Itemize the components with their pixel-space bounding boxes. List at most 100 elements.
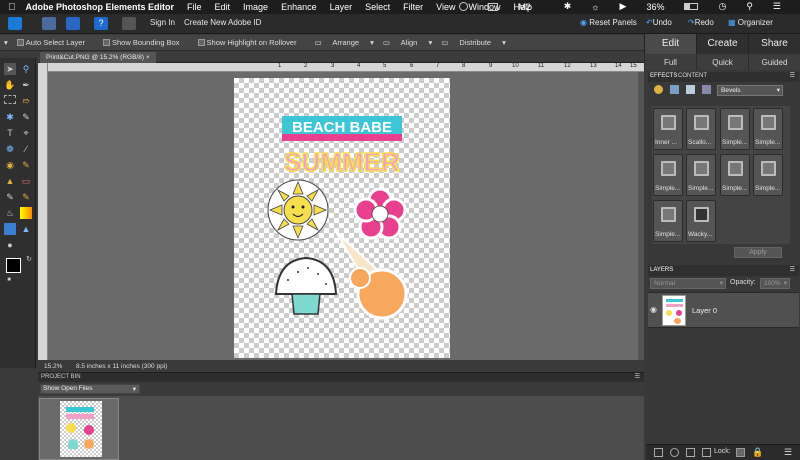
clock-icon[interactable]: ◷	[718, 1, 726, 12]
effect-thumbnail[interactable]: Simple...	[753, 154, 783, 196]
project-bin-header[interactable]: PROJECT BIN ☰	[38, 372, 644, 382]
new-layer-icon[interactable]	[654, 448, 663, 457]
undo-button[interactable]: ↶Undo	[646, 18, 672, 27]
distribute-dropdown[interactable]: ▭ Distribute ▾	[441, 38, 506, 47]
tab-edit[interactable]: Edit	[644, 34, 696, 54]
hand-tool-icon[interactable]: ✋	[4, 79, 16, 91]
menu-layer[interactable]: Layer	[330, 2, 353, 12]
align-dropdown[interactable]: ▭ Align ▾	[383, 38, 432, 47]
panel-menu-icon[interactable]: ☰	[790, 266, 795, 273]
auto-select-layer-checkbox[interactable]: Auto Select Layer	[16, 38, 94, 47]
effect-thumbnail[interactable]: Inner ...	[653, 108, 683, 150]
notification-center-icon[interactable]: ☰	[773, 1, 781, 12]
adjustment-layer-icon[interactable]	[670, 448, 679, 457]
close-tab-icon[interactable]: ×	[146, 54, 150, 61]
tab-share[interactable]: Share	[748, 34, 800, 54]
subtab-quick[interactable]: Quick	[696, 55, 748, 70]
wifi-icon[interactable]: ☼	[591, 2, 599, 12]
layer-mask-icon[interactable]	[686, 448, 695, 457]
lock-transparency-icon[interactable]	[736, 448, 745, 457]
effects-category-dropdown[interactable]: Bevels ▾	[717, 85, 783, 96]
vertical-scrollbar[interactable]	[638, 72, 644, 360]
subtab-full[interactable]: Full	[644, 55, 696, 70]
sign-in-link[interactable]: Sign In	[150, 18, 175, 27]
status-count-icon[interactable]: M2	[518, 2, 544, 12]
panel-menu-icon[interactable]: ☰	[790, 72, 795, 79]
effect-thumbnail[interactable]: Simple...	[720, 108, 750, 150]
move-tool-options-icon[interactable]: ▾	[4, 38, 8, 47]
layer-row[interactable]: ◉ Layer 0	[648, 292, 799, 328]
effect-thumbnail[interactable]: Simple...	[753, 108, 783, 150]
tab-create[interactable]: Create	[696, 34, 748, 54]
mail-icon[interactable]	[488, 2, 499, 11]
move-tool-icon[interactable]: ➤	[4, 63, 16, 75]
open-file-icon[interactable]	[42, 17, 56, 30]
effect-thumbnail[interactable]: Simple...	[720, 154, 750, 196]
smart-brush-tool-icon[interactable]: ✎	[20, 191, 32, 203]
redo-button[interactable]: ↷Redo	[688, 18, 714, 27]
delete-layer-icon[interactable]	[702, 448, 711, 457]
project-bin-selector[interactable]: Show Open Files ▾	[40, 384, 140, 394]
effect-thumbnail[interactable]: Simple...	[653, 200, 683, 242]
marquee-tool-icon[interactable]	[4, 95, 16, 104]
effect-thumbnail[interactable]: Scallo...	[686, 108, 716, 150]
shape-tool-icon[interactable]	[4, 223, 16, 235]
blend-mode-dropdown[interactable]: Normal ▾	[650, 278, 726, 289]
menu-filter[interactable]: Filter	[403, 2, 423, 12]
horizontal-ruler[interactable]: 1 2 3 4 5 6 7 8 9 10 11 12 13 14 15	[48, 63, 644, 72]
red-eye-tool-icon[interactable]: ◉	[4, 159, 16, 171]
subtab-guided[interactable]: Guided	[748, 55, 800, 70]
menu-select[interactable]: Select	[365, 2, 390, 12]
cookie-cutter-tool-icon[interactable]: ❁	[4, 143, 16, 155]
search-icon[interactable]: ⚲	[746, 1, 753, 12]
document-canvas[interactable]: BEACH BABE SUMMER	[234, 78, 450, 358]
paint-bucket-tool-icon[interactable]: ♨	[4, 207, 16, 219]
canvas-area[interactable]: BEACH BABE SUMMER	[48, 72, 638, 360]
create-adobe-id-link[interactable]: Create New Adobe ID	[184, 18, 261, 27]
default-colors-icon[interactable]: ■	[3, 274, 15, 286]
spot-healing-tool-icon[interactable]: ✎	[20, 159, 32, 171]
arrange-dropdown[interactable]: ▭ Arrange ▾	[315, 38, 374, 47]
blur-tool-icon[interactable]: ▲	[20, 223, 32, 235]
menu-image[interactable]: Image	[243, 2, 268, 12]
layers-title[interactable]: LAYERS	[650, 267, 673, 273]
vertical-ruler[interactable]	[38, 63, 48, 360]
effect-thumbnail[interactable]: Simple...	[686, 154, 716, 196]
eye-icon[interactable]: ◉	[650, 305, 657, 314]
straighten-tool-icon[interactable]: ∕	[20, 143, 32, 155]
panel-menu-icon[interactable]: ☰	[635, 373, 640, 380]
elements-logo-icon[interactable]	[8, 17, 22, 30]
eyedropper-tool-icon[interactable]: ✒	[20, 79, 32, 91]
menu-file[interactable]: File	[187, 2, 202, 12]
menu-view[interactable]: View	[436, 2, 455, 12]
layer-styles-icon[interactable]	[670, 85, 679, 94]
photo-effects-icon[interactable]	[686, 85, 695, 94]
menu-app-name[interactable]: Adobe Photoshop Elements Editor	[26, 2, 175, 12]
menu-enhance[interactable]: Enhance	[281, 2, 317, 12]
document-size-info[interactable]: 8.5 inches x 11 inches (300 ppi)	[76, 363, 167, 370]
bluetooth-icon[interactable]: ✱	[564, 1, 572, 12]
clone-stamp-tool-icon[interactable]: ▲	[4, 175, 16, 187]
workspace-icon[interactable]	[122, 17, 136, 30]
zoom-level[interactable]: 15.2%	[44, 363, 62, 370]
swap-colors-icon[interactable]: ↻	[23, 254, 35, 266]
lasso-tool-icon[interactable]: ➱	[20, 95, 32, 107]
zoom-tool-icon[interactable]: ⚲	[20, 63, 32, 75]
show-highlight-checkbox[interactable]: Show Highlight on Rollover	[197, 38, 306, 47]
project-bin-thumbnail[interactable]	[39, 398, 119, 460]
eraser-tool-icon[interactable]: ▭	[20, 175, 32, 187]
effect-thumbnail[interactable]: Simple...	[653, 154, 683, 196]
crop-tool-icon[interactable]: ⌖	[20, 127, 32, 139]
magic-wand-tool-icon[interactable]: ✱	[4, 111, 16, 123]
apply-button[interactable]: Apply	[734, 247, 782, 258]
sponge-tool-icon[interactable]: ●	[4, 239, 16, 251]
quick-selection-tool-icon[interactable]: ✎	[20, 111, 32, 123]
gradient-tool-icon[interactable]	[20, 207, 32, 219]
brush-tool-icon[interactable]: ✎	[4, 191, 16, 203]
show-bounding-box-checkbox[interactable]: Show Bounding Box	[102, 38, 189, 47]
save-icon[interactable]	[66, 17, 80, 30]
organizer-button[interactable]: ▦ Organizer	[728, 18, 773, 27]
menu-edit[interactable]: Edit	[215, 2, 231, 12]
system-tray-icon[interactable]	[459, 2, 469, 11]
opacity-field[interactable]: 100% ▾	[760, 278, 790, 289]
